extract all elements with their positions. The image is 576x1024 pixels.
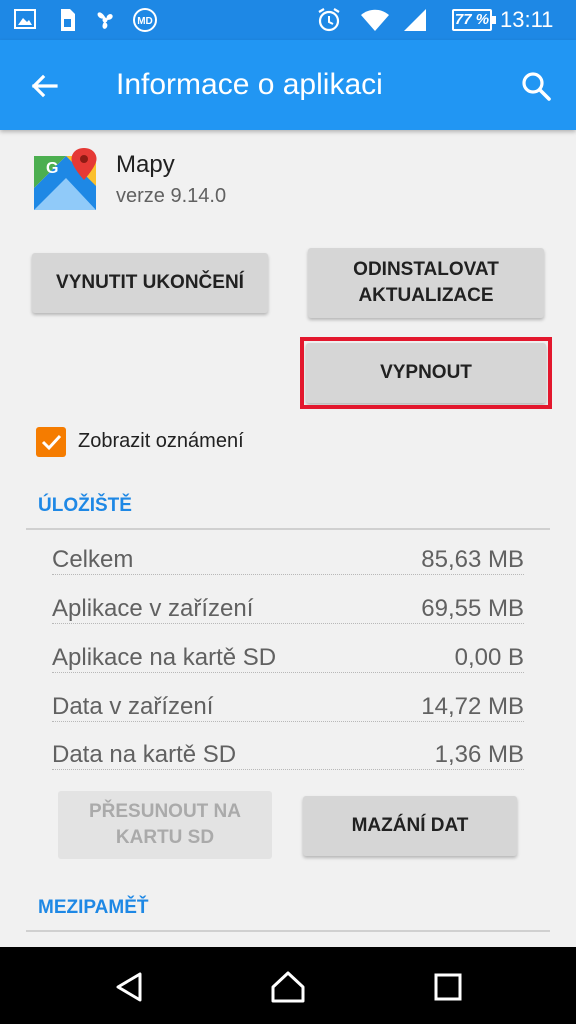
status-bar: MD 77 % 13:11: [0, 0, 576, 40]
image-icon: [14, 9, 36, 29]
storage-row-app-device: Aplikace v zařízení 69,55 MB: [52, 595, 524, 629]
battery-icon: 77 %: [452, 9, 496, 31]
move-to-sd-label-1: PŘESUNOUT NA: [88, 801, 241, 822]
show-notifications-label: Zobrazit oznámení: [78, 430, 244, 452]
sim-icon: [61, 9, 75, 31]
wifi-icon: [361, 9, 389, 31]
move-to-sd-label-2: KARTU SD: [115, 827, 215, 848]
leader-dots: [52, 721, 524, 722]
move-to-sd-button[interactable]: PŘESUNOUT NA KARTU SD: [58, 791, 272, 859]
cache-section-title: MEZIPAMĚŤ: [38, 897, 149, 918]
google-maps-icon: G: [34, 148, 97, 210]
alarm-icon: [318, 8, 340, 32]
nav-back-icon[interactable]: [110, 967, 150, 1007]
highlight-annotation: [300, 337, 552, 409]
leader-dots: [52, 672, 524, 673]
app-name: Mapy: [116, 151, 175, 178]
storage-value: 85,63 MB: [419, 546, 524, 574]
storage-label: Celkem: [52, 546, 136, 574]
force-stop-label: VYNUTIT UKONČENÍ: [56, 272, 244, 293]
show-notifications-checkbox[interactable]: [36, 427, 66, 457]
app-version: verze 9.14.0: [116, 185, 227, 207]
storage-value: 1,36 MB: [432, 741, 524, 769]
status-time: 13:11: [500, 7, 554, 32]
uninstall-updates-button[interactable]: ODINSTALOVAT AKTUALIZACE: [308, 248, 544, 318]
search-icon[interactable]: [514, 64, 558, 108]
leader-dots: [52, 574, 524, 575]
storage-label: Data v zařízení: [52, 693, 216, 721]
leader-dots: [52, 623, 524, 624]
leader-dots: [52, 769, 524, 770]
storage-row-data-sd: Data na kartě SD 1,36 MB: [52, 741, 524, 775]
storage-row-data-device: Data v zařízení 14,72 MB: [52, 693, 524, 727]
storage-row-app-sd: Aplikace na kartě SD 0,00 B: [52, 644, 524, 678]
storage-section-title: ÚLOŽIŠTĚ: [38, 495, 132, 516]
uninstall-updates-label-1: ODINSTALOVAT: [353, 259, 499, 280]
fan-icon: [97, 12, 113, 29]
arrow-back-icon[interactable]: [22, 64, 66, 108]
app-bar: Informace o aplikaci: [0, 40, 576, 130]
storage-row-total: Celkem 85,63 MB: [52, 546, 524, 580]
uninstall-updates-label-2: AKTUALIZACE: [358, 285, 494, 306]
divider: [26, 528, 550, 530]
svg-text:MD: MD: [137, 16, 153, 27]
page-title: Informace o aplikaci: [116, 68, 383, 101]
storage-label: Aplikace na kartě SD: [52, 644, 279, 672]
nav-recent-icon[interactable]: [428, 967, 468, 1007]
clear-data-label: MAZÁNÍ DAT: [351, 815, 469, 836]
force-stop-button[interactable]: VYNUTIT UKONČENÍ: [32, 253, 268, 313]
storage-label: Data na kartě SD: [52, 741, 239, 769]
storage-label: Aplikace v zařízení: [52, 595, 256, 623]
signal-icon: [404, 9, 426, 31]
md-badge-icon: MD: [133, 8, 157, 32]
svg-text:G: G: [46, 160, 58, 177]
navigation-bar: [0, 947, 576, 1024]
storage-value: 0,00 B: [452, 644, 524, 672]
divider: [26, 930, 550, 932]
clear-data-button[interactable]: MAZÁNÍ DAT: [303, 796, 517, 856]
storage-value: 69,55 MB: [419, 595, 524, 623]
nav-home-icon[interactable]: [268, 967, 308, 1007]
storage-value: 14,72 MB: [419, 693, 524, 721]
